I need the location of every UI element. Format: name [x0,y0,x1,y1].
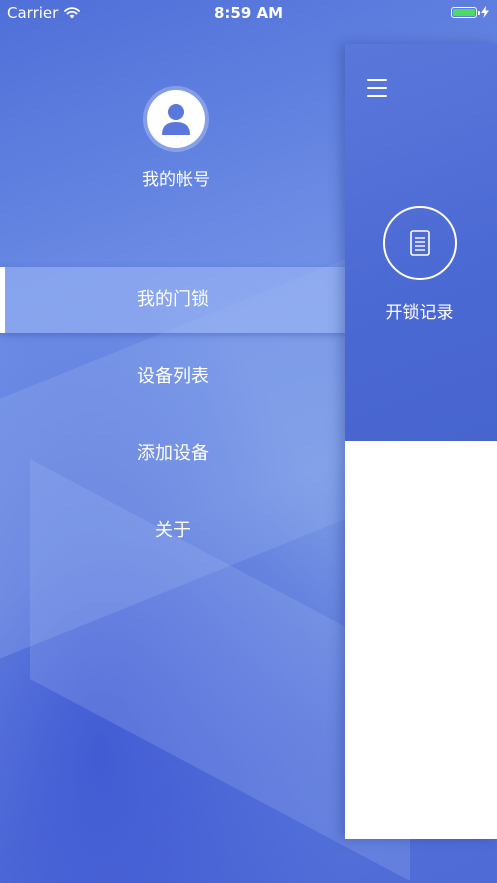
unlock-records-button[interactable] [383,206,457,280]
battery-indicator [451,6,489,18]
battery-icon [451,6,480,18]
menu-item-device-list[interactable]: 设备列表 [0,344,346,410]
menu-item-my-locks[interactable]: 我的门锁 [0,267,346,333]
menu-item-label: 关于 [155,520,191,541]
person-icon [162,104,190,135]
menu-item-about[interactable]: 关于 [0,498,346,564]
status-time: 8:59 AM [213,4,284,22]
hamburger-menu-icon[interactable] [367,79,387,97]
user-avatar-icon[interactable] [147,90,205,148]
charging-icon [481,6,489,18]
account-label[interactable]: 我的帐号 [0,165,352,190]
battery-level [453,8,475,16]
menu-item-label: 设备列表 [137,366,209,387]
status-bar: Carrier 8:59 AM [0,0,497,26]
menu-item-label: 我的门锁 [137,289,209,310]
menu-item-label: 添加设备 [137,443,209,464]
document-icon [410,230,430,256]
menu-item-add-device[interactable]: 添加设备 [0,421,346,487]
unlock-records-label[interactable]: 开锁记录 [345,298,494,323]
main-panel[interactable]: 开锁记录 [345,44,497,839]
panel-header: 开锁记录 [345,44,497,441]
drawer-menu: 我的门锁 设备列表 添加设备 关于 [0,267,346,575]
